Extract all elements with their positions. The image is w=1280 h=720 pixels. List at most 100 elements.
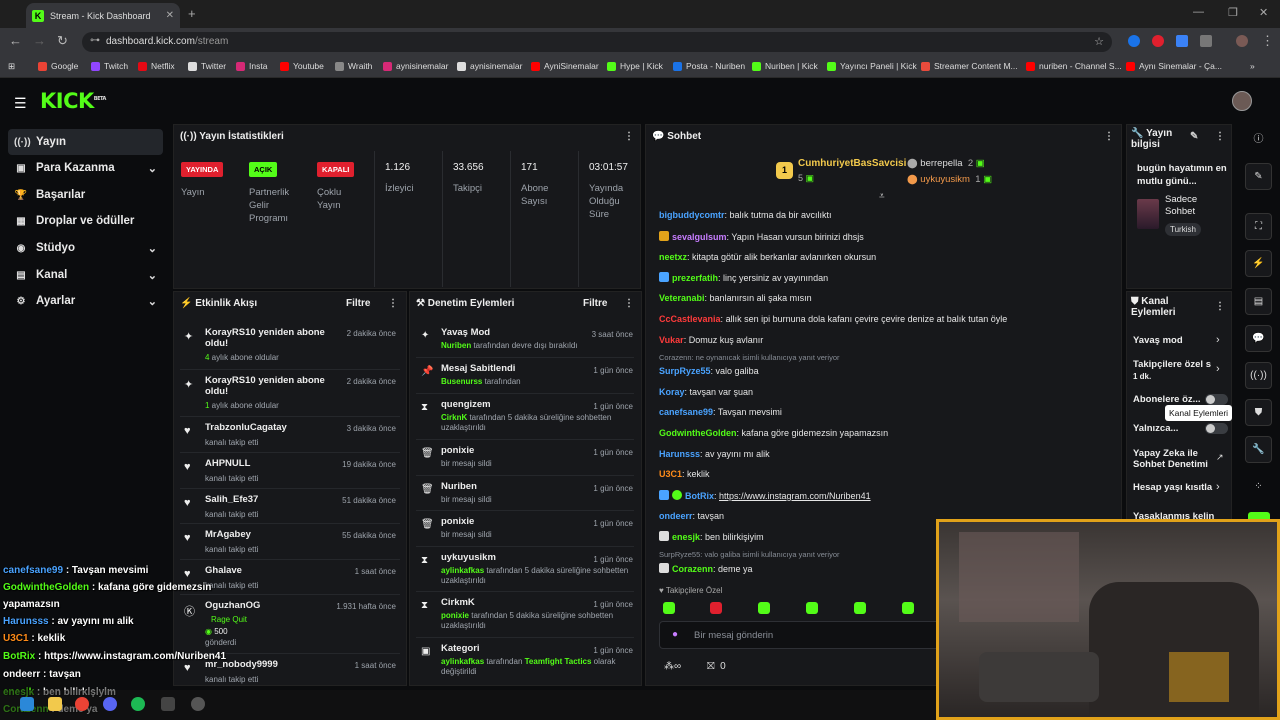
bookmark-item[interactable]: Posta - Nuriben	[673, 61, 745, 71]
bookmark-item[interactable]: Insta	[236, 61, 267, 71]
followers-only-item[interactable]: Takipçilere özel s	[1133, 359, 1213, 370]
emotes-only-toggle[interactable]	[1205, 423, 1228, 434]
sidebar-item[interactable]: ▤ Kanal ⌄	[8, 262, 163, 288]
chat-message[interactable]: prezerfatih: linç yersiniz av yayınından	[659, 272, 828, 283]
chevron-down-icon[interactable]: ⌄	[148, 242, 157, 255]
bookmark-item[interactable]: Twitter	[188, 61, 226, 71]
bookmark-item[interactable]: Google	[38, 61, 78, 71]
subs-only-item[interactable]: Abonelere öz...	[1133, 394, 1201, 405]
activity-more-icon[interactable]: ⋮	[388, 298, 398, 309]
chat-username[interactable]: prezerfatih	[672, 273, 718, 283]
new-tab-button[interactable]: +	[188, 6, 196, 21]
chat-message[interactable]: BotRix: https://www.instagram.com/Nuribe…	[659, 490, 871, 501]
sidebar-item[interactable]: 🏆 Başarılar	[8, 182, 163, 208]
close-tab-icon[interactable]: ✕	[166, 10, 174, 21]
age-restriction-item[interactable]: Hesap yaşı kısıtla	[1133, 482, 1212, 493]
pinned-toggle-icon[interactable]: ⩡	[879, 191, 885, 202]
chat-username[interactable]: sevalgulsum	[672, 232, 727, 242]
activity-filter-button[interactable]: Filtre	[346, 298, 370, 309]
browser-tab[interactable]: K Stream - Kick Dashboard ✕	[26, 3, 180, 28]
emote-icon[interactable]	[710, 602, 722, 614]
chat-message[interactable]: SurpRyze55: valo galiba	[659, 366, 759, 376]
bookmark-item[interactable]: Hype | Kick	[607, 61, 663, 71]
chat-username[interactable]: ondeerr	[659, 511, 693, 521]
bookmark-item[interactable]: Wraith	[335, 61, 372, 71]
apps-grid-icon[interactable]: ⊞	[8, 61, 15, 72]
stream-info-more-icon[interactable]: ⋮	[1215, 131, 1225, 142]
bookmark-star-icon[interactable]: ☆	[1094, 35, 1104, 48]
channel-actions-icon[interactable]: ⛊	[1245, 399, 1272, 426]
spotify-icon[interactable]	[131, 697, 145, 711]
chevron-right-icon[interactable]: ›	[1216, 363, 1220, 375]
broadcast-icon[interactable]: ((·))	[1245, 362, 1272, 389]
sidebar-item[interactable]: ▦ Droplar ve ödüller	[8, 208, 163, 234]
emote-icon[interactable]	[806, 602, 818, 614]
lightning-icon[interactable]: ⚡	[1245, 250, 1272, 277]
emotes-only-item[interactable]: Yalnızca...	[1133, 423, 1178, 434]
emote-icon[interactable]	[663, 602, 675, 614]
bookmark-item[interactable]: Netflix	[138, 61, 175, 71]
profile-icon[interactable]	[1236, 35, 1248, 47]
bookmark-item[interactable]: Nuriben | Kick	[752, 61, 818, 71]
extension-icon[interactable]	[1128, 35, 1140, 47]
emote-icon[interactable]	[902, 602, 914, 614]
bookmark-item[interactable]: Aynı Sinemalar - Ça...	[1126, 61, 1222, 71]
chat-more-icon[interactable]: ⋮	[1104, 131, 1114, 142]
chevron-down-icon[interactable]: ⌄	[148, 162, 157, 175]
bookmark-item[interactable]: Twitch	[91, 61, 128, 71]
sidebar-item[interactable]: ▣ Para Kazanma ⌄	[8, 155, 163, 181]
chat-username[interactable]: Harunsss	[659, 449, 700, 459]
chat-username[interactable]: Koray	[659, 387, 685, 397]
channel-actions-more-icon[interactable]: ⋮	[1215, 301, 1225, 312]
chat-message[interactable]: Harunsss: av yayını mı alik	[659, 449, 770, 459]
wrench-icon[interactable]: 🔧	[1245, 436, 1272, 463]
emote-picker-icon[interactable]: ●	[672, 629, 678, 640]
chat-username[interactable]: neetxz	[659, 252, 687, 262]
windows-start-icon[interactable]	[20, 697, 34, 711]
chat-message[interactable]: canefsane99: Tavşan mevsimi	[659, 407, 782, 417]
chat-message[interactable]: CcCastlevania: allık sen ipi burnuna dol…	[659, 314, 1007, 324]
sidebar-item[interactable]: ⚙ Ayarlar ⌄	[8, 288, 163, 314]
chevron-down-icon[interactable]: ⌄	[148, 269, 157, 282]
app-icon[interactable]	[161, 697, 175, 711]
extension-icon[interactable]	[1152, 35, 1164, 47]
chat-message[interactable]: sevalgulsum: Yapın Hasan vursun birinizi…	[659, 231, 864, 242]
browser-menu-icon[interactable]: ⋮	[1261, 33, 1274, 49]
bookmark-item[interactable]: nuriben - Channel S...	[1026, 61, 1122, 71]
chat-message[interactable]: bigbuddycomtr: balık tutma da bir avcılı…	[659, 210, 832, 220]
discord-icon[interactable]	[103, 697, 117, 711]
edit-stream-icon[interactable]: ✎	[1190, 131, 1198, 142]
top-gifter-name[interactable]: CumhuriyetBasSavcisi	[798, 158, 906, 169]
forward-icon[interactable]: →	[33, 33, 46, 48]
obs-icon[interactable]	[191, 697, 205, 711]
file-explorer-icon[interactable]	[48, 697, 62, 711]
edit-icon[interactable]: ✎	[1245, 163, 1272, 190]
kick-logo[interactable]: KICKBETA	[40, 89, 106, 113]
sidebar-item[interactable]: ((·)) Yayın	[8, 129, 163, 155]
url-input[interactable]: ⊶ dashboard.kick.com/stream ☆	[82, 32, 1112, 52]
extension-icon[interactable]	[1176, 35, 1188, 47]
chat-message[interactable]: enesjk: ben bilirkişiyim	[659, 531, 764, 542]
chat-settings-icon[interactable]: ⁂∞	[664, 661, 681, 672]
site-info-icon[interactable]: ⊶	[90, 35, 100, 46]
close-window-icon[interactable]: ✕	[1259, 6, 1268, 19]
chevron-down-icon[interactable]: ⌄	[148, 295, 157, 308]
bookmark-item[interactable]: aynisinemalar	[383, 61, 448, 71]
moderation-filter-button[interactable]: Filtre	[583, 298, 607, 309]
slow-mode-item[interactable]: Yavaş mod	[1133, 335, 1183, 346]
more-bookmarks-icon[interactable]: »	[1250, 61, 1255, 71]
chat-username[interactable]: GodwintheGolden	[659, 428, 737, 438]
hamburger-menu-icon[interactable]: ☰	[14, 95, 27, 112]
gift-icon[interactable]: ⛝ 0	[707, 661, 726, 672]
chat-username[interactable]: Veteranabi	[659, 293, 705, 303]
ai-moderation-item[interactable]: Yapay Zeka ile Sohbet Denetimi	[1133, 448, 1213, 470]
more-apps-icon[interactable]: ⁘	[1245, 474, 1272, 501]
gifter-2[interactable]: ⬤ berrepella 2 ▣	[907, 158, 985, 169]
chevron-right-icon[interactable]: ›	[1216, 481, 1220, 493]
bookmark-item[interactable]: AyniSinemalar	[531, 61, 599, 71]
back-icon[interactable]: ←	[9, 33, 22, 48]
bookmark-item[interactable]: Youtube	[280, 61, 324, 71]
maximize-icon[interactable]: ❐	[1228, 6, 1238, 19]
chat-username[interactable]: enesjk	[672, 532, 700, 542]
chat-username[interactable]: BotRix	[685, 491, 714, 501]
